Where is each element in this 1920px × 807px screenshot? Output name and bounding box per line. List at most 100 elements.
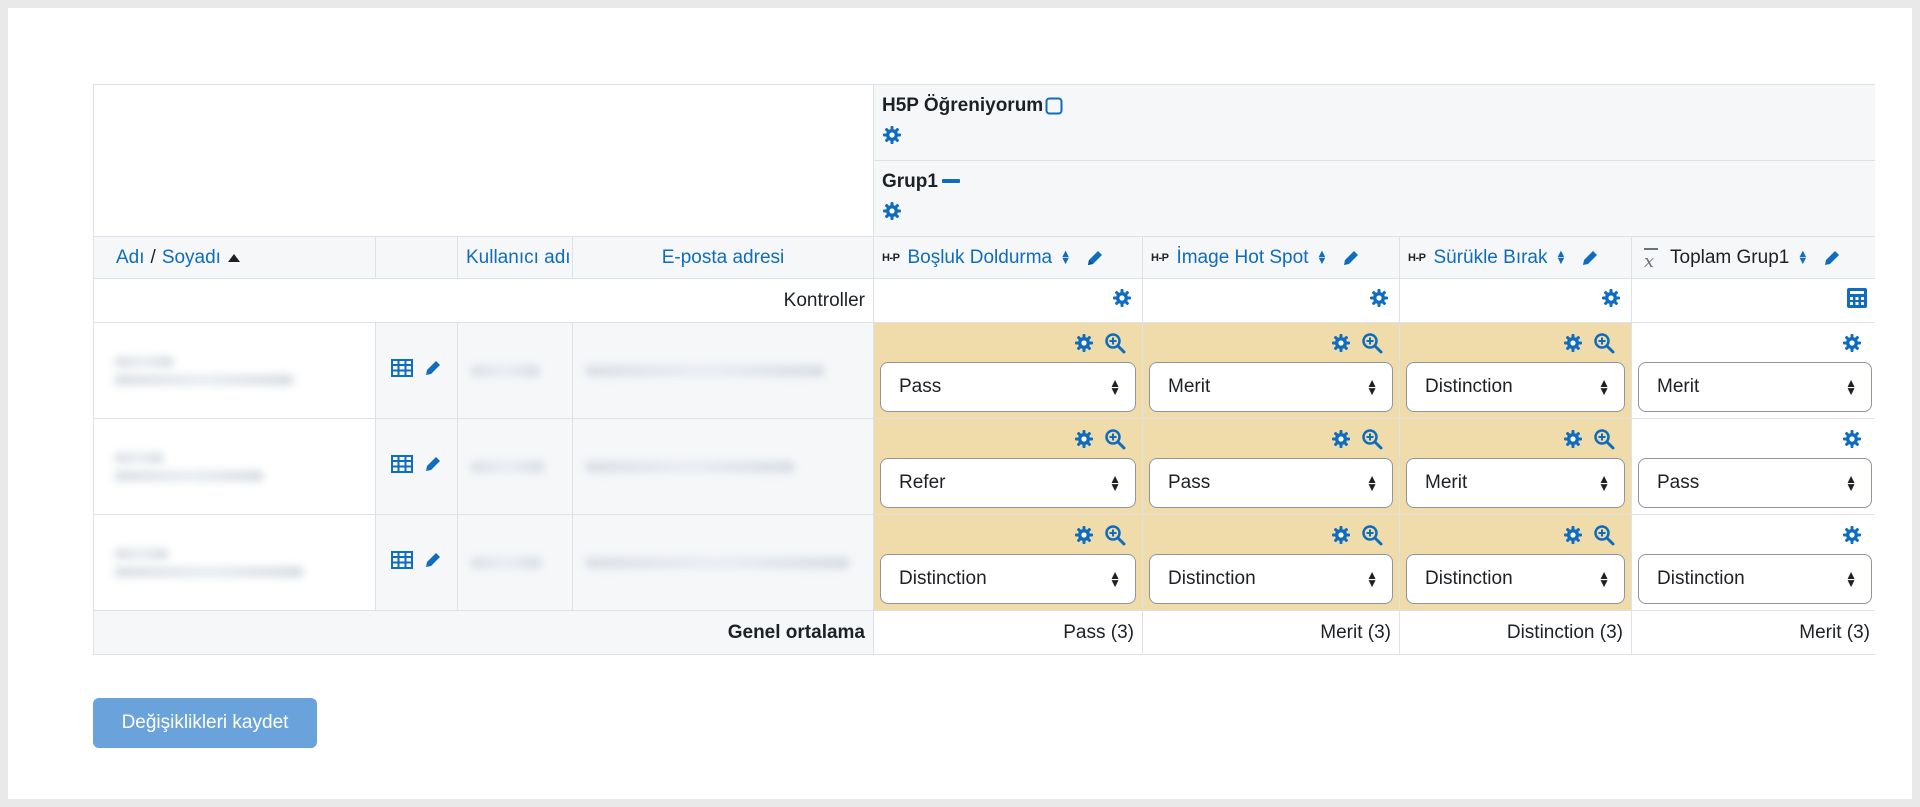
grade-cell: Pass ▲ ▼ [873, 322, 1143, 419]
item-column-header: H-P İmage Hot Spot ▲ ▼ [1142, 236, 1400, 279]
save-changes-button[interactable]: Değişiklikleri kaydet [93, 698, 317, 748]
pencil-icon[interactable] [1580, 248, 1600, 268]
calculator-icon[interactable] [1630, 278, 1875, 323]
pencil-icon[interactable] [1085, 248, 1105, 268]
pencil-icon[interactable] [423, 550, 443, 570]
total-grade-cell: Pass ▲ ▼ [1630, 418, 1875, 515]
zoom-in-icon[interactable] [1593, 428, 1615, 450]
email-redacted [572, 322, 874, 419]
sort-first-name-link[interactable]: Adı [116, 247, 145, 269]
sort-asc-icon[interactable] [227, 253, 241, 263]
student-name-redacted [93, 322, 376, 419]
grade-table-icon[interactable] [390, 551, 413, 569]
student-name-redacted [93, 514, 376, 611]
zoom-in-icon[interactable] [1104, 332, 1126, 354]
item-column-header: H-P Sürükle Bırak ▲ ▼ [1399, 236, 1632, 279]
zoom-in-icon[interactable] [1361, 332, 1383, 354]
item-link[interactable]: Sürükle Bırak [1433, 247, 1547, 269]
table-row: Distinction ▲ ▼ Distinction ▲ ▼ Distinction ▲… [93, 514, 1875, 611]
gear-icon[interactable] [1074, 429, 1094, 449]
grade-select[interactable]: Distinction ▲ ▼ [1149, 553, 1393, 604]
row-actions [375, 418, 458, 515]
sort-last-name-link[interactable]: Soyadı [162, 247, 221, 269]
h5p-icon: H-P [1151, 251, 1169, 264]
sort-icon[interactable]: ▲ ▼ [1060, 248, 1071, 266]
gear-icon[interactable] [1563, 333, 1583, 353]
gear-icon[interactable] [1563, 525, 1583, 545]
gear-icon[interactable] [1331, 525, 1351, 545]
grade-cell: Distinction ▲ ▼ [873, 514, 1143, 611]
grade-table-icon[interactable] [390, 359, 413, 377]
grade-select[interactable]: Refer ▲ ▼ [880, 457, 1136, 508]
gear-icon[interactable] [1842, 333, 1862, 353]
grade-cell: Merit ▲ ▼ [1142, 322, 1400, 419]
grade-select[interactable]: Distinction ▲ ▼ [1406, 553, 1625, 604]
gear-icon[interactable] [1331, 333, 1351, 353]
total-label: Toplam Grup1 [1670, 246, 1790, 268]
category-title: H5P Öğreniyorum [882, 95, 1044, 116]
overall-average-value: Merit (3) [1630, 610, 1875, 655]
email-redacted [572, 514, 874, 611]
total-column-header: x Toplam Grup1 ▲ ▼ [1630, 236, 1875, 279]
item-link[interactable]: İmage Hot Spot [1176, 247, 1308, 269]
total-grade-cell: Merit ▲ ▼ [1630, 322, 1875, 419]
gear-icon[interactable] [1074, 525, 1094, 545]
grade-select[interactable]: Pass ▲ ▼ [1149, 457, 1393, 508]
group-gear-icon[interactable] [882, 201, 1870, 221]
zoom-in-icon[interactable] [1104, 428, 1126, 450]
pencil-icon[interactable] [1341, 248, 1361, 268]
grade-table-icon[interactable] [390, 455, 413, 473]
overall-average-label: Genel ortalama [93, 610, 874, 655]
sort-icon[interactable]: ▲ ▼ [1316, 248, 1327, 266]
collapse-minus-icon[interactable] [941, 179, 960, 185]
grader-table-wrapper: H5P Öğreniyorum Grup1 Adı / Soyadı Kulla… [93, 84, 1875, 655]
grade-select[interactable]: Pass ▲ ▼ [1638, 457, 1873, 508]
grade-select[interactable]: Merit ▲ ▼ [1638, 361, 1873, 412]
grade-cell: Distinction ▲ ▼ [1399, 322, 1632, 419]
gear-icon[interactable] [1331, 429, 1351, 449]
overall-average-value: Merit (3) [1142, 610, 1400, 655]
page-frame: H5P Öğreniyorum Grup1 Adı / Soyadı Kulla… [8, 8, 1912, 799]
gear-icon[interactable] [1074, 333, 1094, 353]
sort-username-link[interactable]: Kullanıcı adı [466, 247, 571, 268]
grade-select[interactable]: Merit ▲ ▼ [1406, 457, 1625, 508]
h5p-icon: H-P [882, 251, 900, 264]
grade-select[interactable]: Pass ▲ ▼ [880, 361, 1136, 412]
item-link[interactable]: Boşluk Doldurma [907, 247, 1052, 269]
sort-icon[interactable]: ▲ ▼ [1797, 248, 1808, 266]
controls-gear-icon[interactable] [1399, 278, 1632, 323]
pencil-icon[interactable] [423, 454, 443, 474]
controls-gear-icon[interactable] [1142, 278, 1400, 323]
email-column-header: E-posta adresi [572, 236, 874, 279]
email-redacted [572, 418, 874, 515]
sort-icon[interactable]: ▲ ▼ [1556, 248, 1567, 266]
row-actions [375, 322, 458, 419]
sort-email-link[interactable]: E-posta adresi [662, 247, 785, 268]
top-left-blank [93, 84, 874, 237]
zoom-in-icon[interactable] [1361, 428, 1383, 450]
svg-text:x: x [1644, 251, 1654, 270]
grade-select[interactable]: Distinction ▲ ▼ [1638, 553, 1873, 604]
grade-select[interactable]: Distinction ▲ ▼ [880, 553, 1136, 604]
username-column-header: Kullanıcı adı [457, 236, 573, 279]
zoom-in-icon[interactable] [1593, 524, 1615, 546]
name-separator: / [150, 246, 156, 268]
actions-column-header [375, 236, 458, 279]
zoom-in-icon[interactable] [1104, 524, 1126, 546]
category-gear-icon[interactable] [882, 125, 1870, 145]
overall-average-value: Distinction (3) [1399, 610, 1632, 655]
gear-icon[interactable] [1842, 429, 1862, 449]
pencil-icon[interactable] [423, 358, 443, 378]
grader-table: H5P Öğreniyorum Grup1 Adı / Soyadı Kulla… [93, 84, 1875, 655]
zoom-in-icon[interactable] [1361, 524, 1383, 546]
gear-icon[interactable] [1563, 429, 1583, 449]
grade-select[interactable]: Merit ▲ ▼ [1149, 361, 1393, 412]
pencil-icon[interactable] [1822, 248, 1842, 268]
grade-select[interactable]: Distinction ▲ ▼ [1406, 361, 1625, 412]
category-header: H5P Öğreniyorum [872, 84, 1875, 161]
item-column-header: H-P Boşluk Doldurma ▲ ▼ [873, 236, 1143, 279]
zoom-in-icon[interactable] [1593, 332, 1615, 354]
collapse-square-icon[interactable] [1045, 97, 1063, 115]
controls-gear-icon[interactable] [873, 278, 1143, 323]
gear-icon[interactable] [1842, 525, 1862, 545]
